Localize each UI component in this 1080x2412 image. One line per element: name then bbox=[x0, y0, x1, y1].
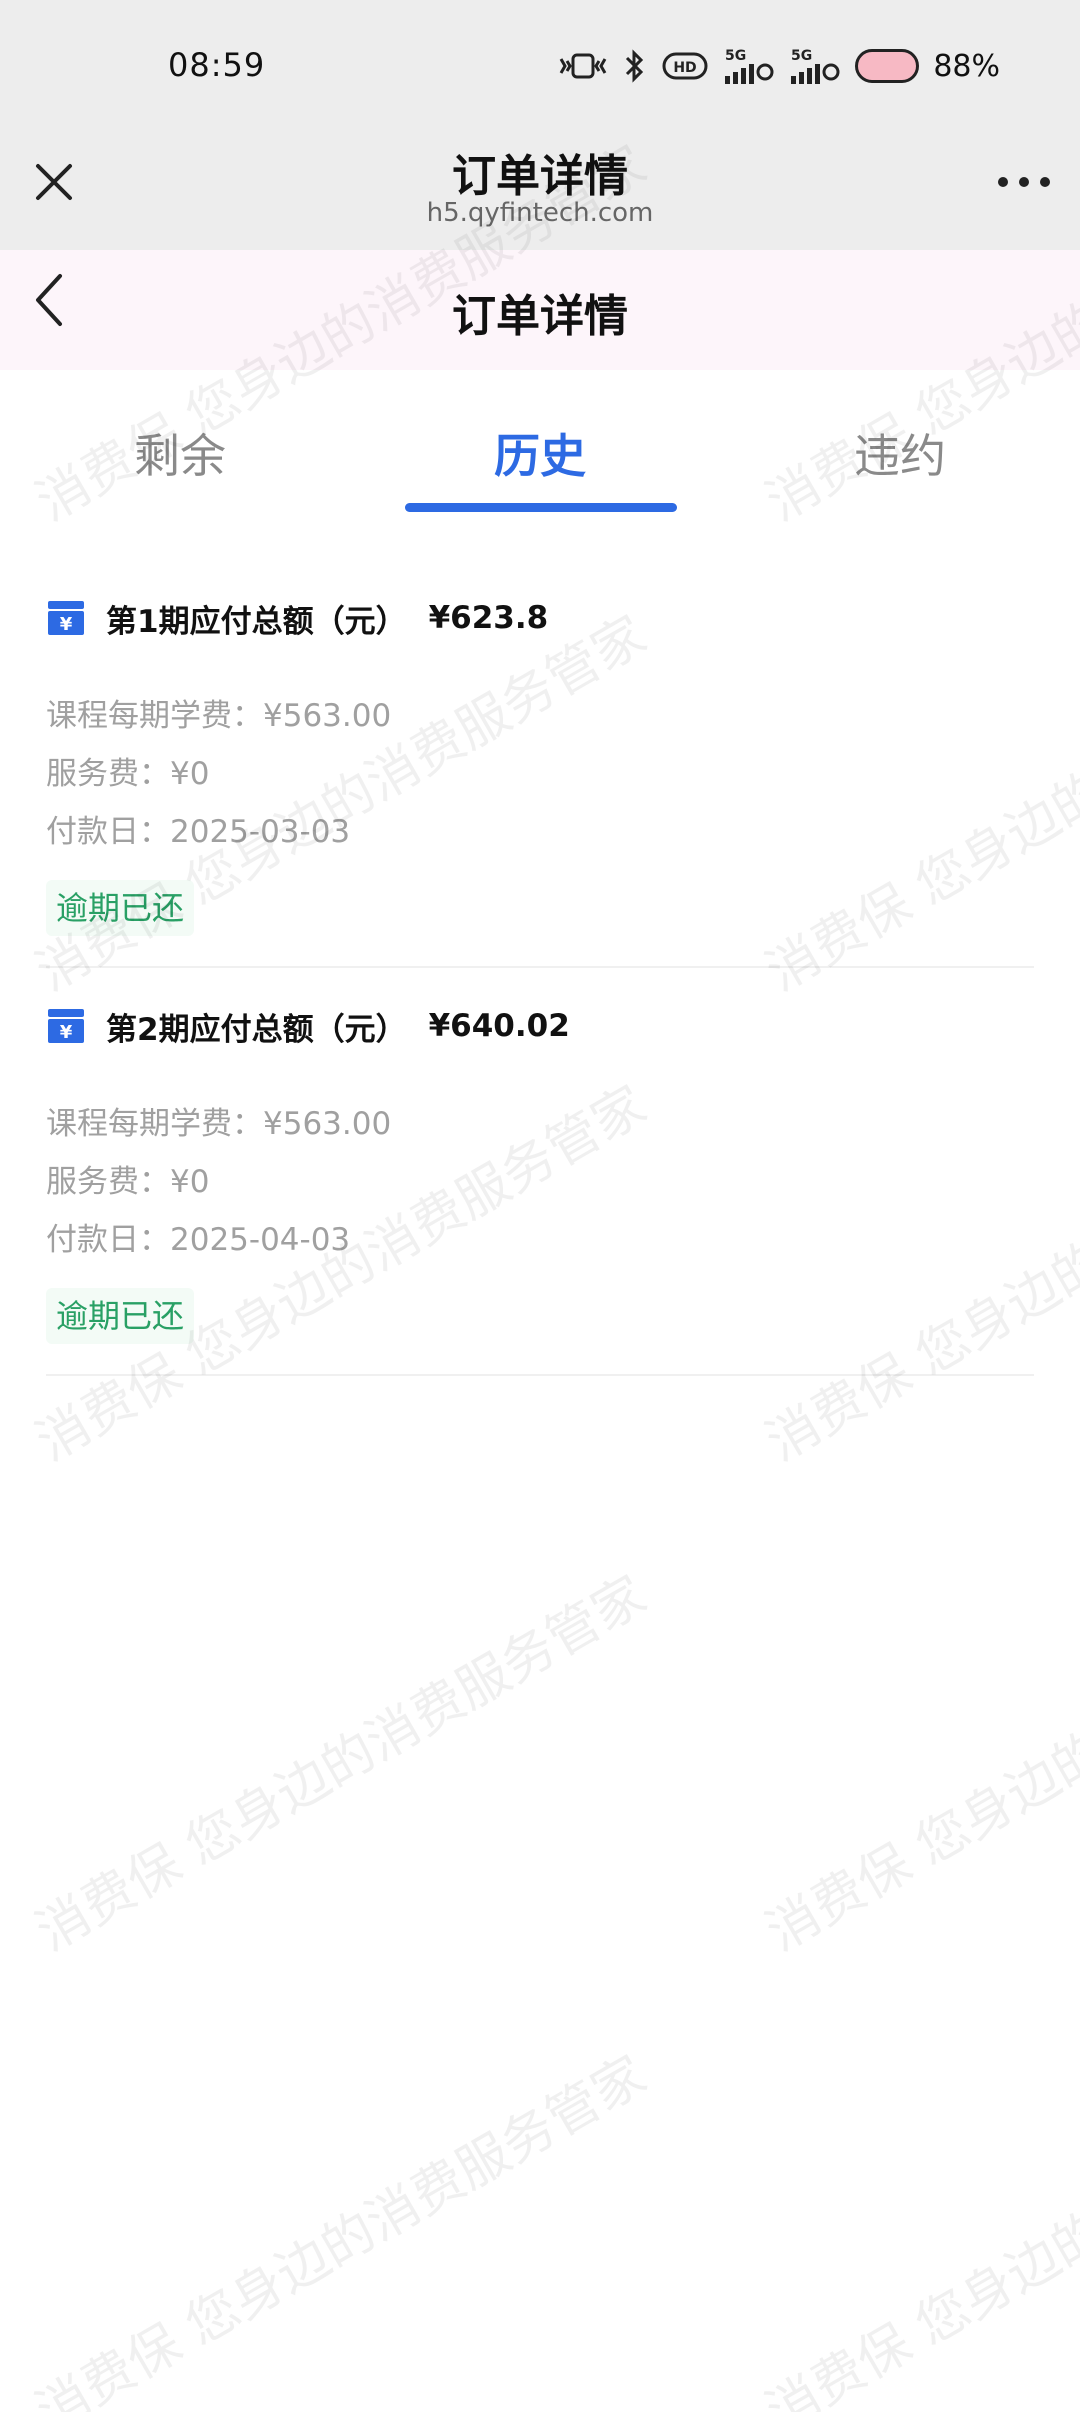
watermark-text: 消费保 您身边的消费服务管家 bbox=[756, 2044, 1080, 2412]
bluetooth-icon bbox=[623, 48, 647, 84]
tab-remaining[interactable]: 剩余 bbox=[0, 420, 360, 486]
webview-title: 订单详情 bbox=[452, 151, 628, 202]
tab-default[interactable]: 违约 bbox=[720, 420, 1080, 486]
tuition-label: 课程每期学费： bbox=[46, 698, 263, 734]
tuition-value: ¥563.00 bbox=[263, 1106, 392, 1142]
page-title: 订单详情 bbox=[452, 291, 628, 342]
date-label: 付款日： bbox=[46, 1222, 170, 1258]
tuition-row: 课程每期学费：¥563.00 bbox=[46, 690, 391, 735]
fee-label: 服务费： bbox=[46, 1164, 170, 1200]
status-badge: 逾期已还 bbox=[46, 1288, 195, 1344]
tuition-label: 课程每期学费： bbox=[46, 1106, 263, 1142]
watermark-text: 消费保 您身边的消费服务管家 bbox=[26, 1564, 657, 1964]
tab-active-indicator bbox=[405, 503, 677, 512]
fee-value: ¥0 bbox=[170, 756, 210, 792]
hd-icon: HD bbox=[661, 50, 709, 82]
date-row: 付款日：2025-04-03 bbox=[46, 1214, 350, 1259]
signal-5g-icon-2: 5G bbox=[789, 46, 841, 86]
date-row: 付款日：2025-03-03 bbox=[46, 806, 350, 851]
fee-label: 服务费： bbox=[46, 756, 170, 792]
fee-row: 服务费：¥0 bbox=[46, 1156, 209, 1201]
tab-history[interactable]: 历史 bbox=[360, 420, 720, 486]
installment-list: ¥ 第1期应付总额（元） ¥623.8 课程每期学费：¥563.00 服务费：¥… bbox=[46, 560, 1034, 1376]
status-badge: 逾期已还 bbox=[46, 880, 195, 936]
network-label-2: 5G bbox=[791, 48, 812, 64]
installment-amount: ¥640.02 bbox=[428, 1008, 570, 1044]
webview-url: h5.qyfintech.com bbox=[426, 198, 654, 228]
hd-text: HD bbox=[674, 60, 697, 76]
tuition-value: ¥563.00 bbox=[263, 698, 392, 734]
fee-value: ¥0 bbox=[170, 1164, 210, 1200]
status-time: 08:59 bbox=[168, 46, 266, 84]
installment-title: 第1期应付总额（元） bbox=[106, 603, 407, 640]
tuition-row: 课程每期学费：¥563.00 bbox=[46, 1098, 391, 1143]
installment-header: ¥ 第2期应付总额（元） ¥640.02 bbox=[46, 1004, 570, 1048]
signal-5g-icon-1: 5G bbox=[723, 46, 775, 86]
battery-level: 88% bbox=[933, 48, 1000, 84]
page-header: 订单详情 bbox=[0, 250, 1080, 370]
tab-bar: 剩余 历史 违约 bbox=[0, 370, 1080, 520]
fee-row: 服务费：¥0 bbox=[46, 748, 209, 793]
yuan-bill-icon: ¥ bbox=[48, 601, 84, 635]
watermark-text: 消费保 您身边的消费服务管家 bbox=[26, 2044, 657, 2412]
installment-amount: ¥623.8 bbox=[428, 600, 549, 636]
yuan-bill-icon: ¥ bbox=[48, 1009, 84, 1043]
network-label-1: 5G bbox=[725, 48, 746, 64]
battery-pig-icon bbox=[855, 49, 920, 83]
date-label: 付款日： bbox=[46, 814, 170, 850]
installment-item: ¥ 第1期应付总额（元） ¥623.8 课程每期学费：¥563.00 服务费：¥… bbox=[46, 560, 1034, 968]
installment-item: ¥ 第2期应付总额（元） ¥640.02 课程每期学费：¥563.00 服务费：… bbox=[46, 968, 1034, 1376]
date-value: 2025-04-03 bbox=[170, 1222, 351, 1258]
vibrate-icon bbox=[557, 49, 609, 83]
installment-header: ¥ 第1期应付总额（元） ¥623.8 bbox=[46, 596, 548, 640]
watermark-text: 消费保 您身边的消费服务管家 bbox=[756, 1564, 1080, 1964]
svg-text:¥: ¥ bbox=[60, 614, 73, 635]
more-icon[interactable] bbox=[998, 162, 1050, 202]
webview-header: 订单详情 h5.qyfintech.com bbox=[0, 140, 1080, 250]
svg-text:¥: ¥ bbox=[60, 1022, 73, 1043]
date-value: 2025-03-03 bbox=[170, 814, 351, 850]
installment-title: 第2期应付总额（元） bbox=[106, 1011, 407, 1048]
status-icons: HD 5G 5G 88% bbox=[557, 44, 1000, 88]
status-bar: 08:59 HD 5G 5G 88% bbox=[0, 0, 1080, 140]
